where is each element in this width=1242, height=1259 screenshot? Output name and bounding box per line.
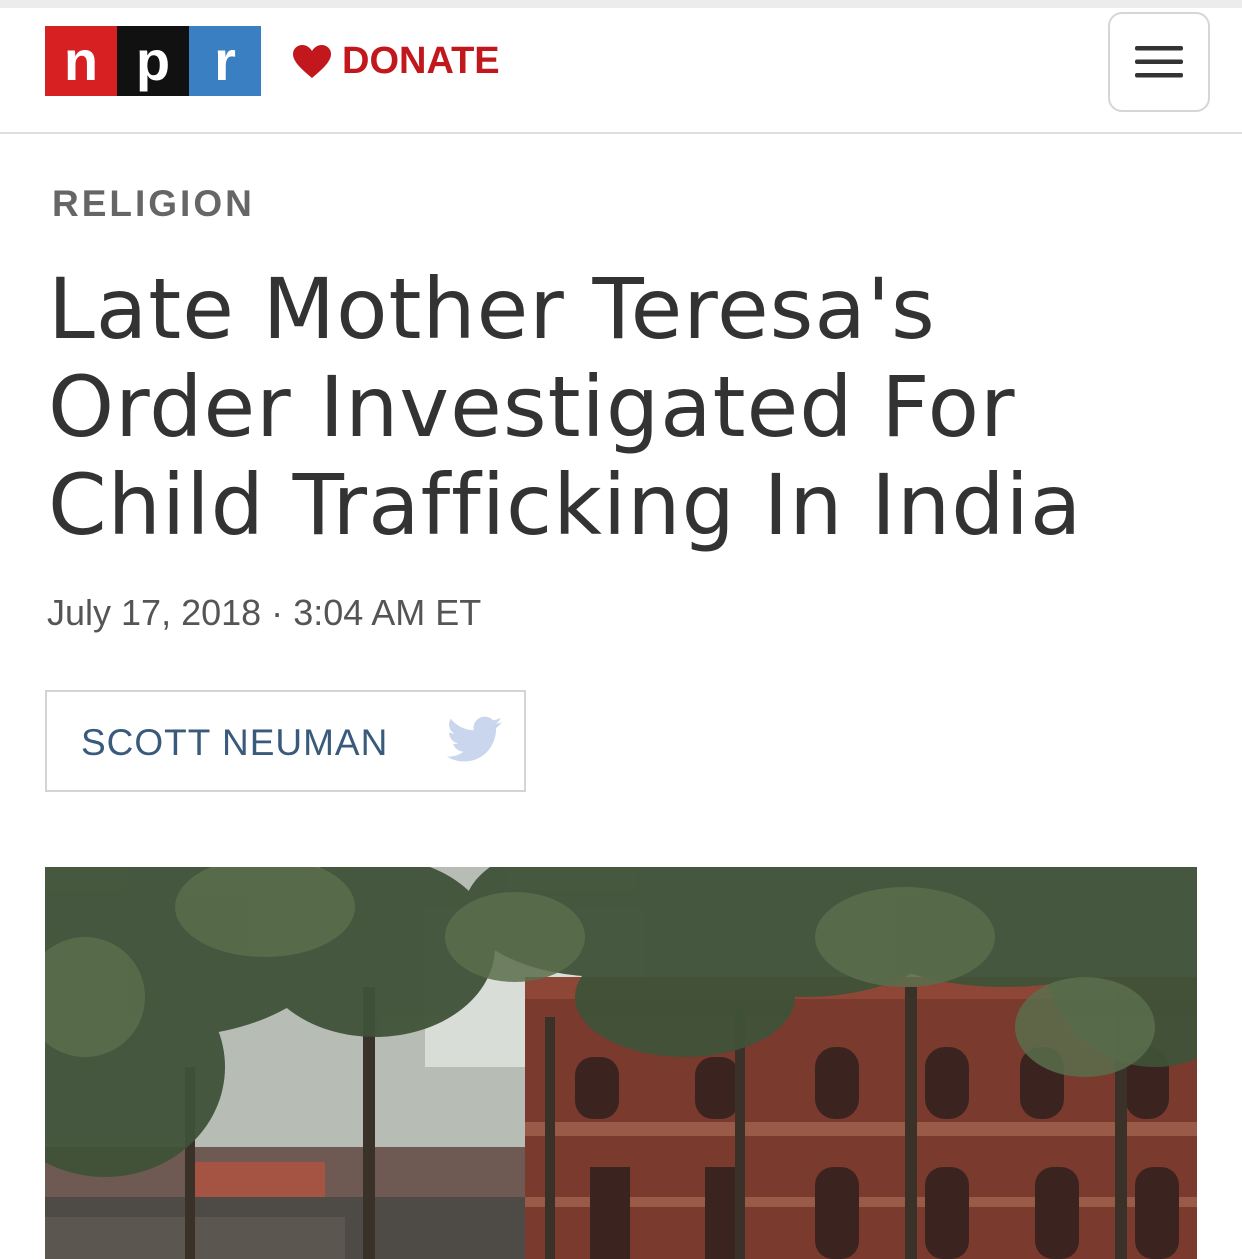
article-headline: Late Mother Teresa's Order Investigated …: [48, 260, 1083, 554]
logo-letter-n: n: [45, 26, 117, 96]
publish-date: July 17, 2018: [47, 592, 262, 633]
top-divider: [0, 0, 1242, 8]
logo-letter-r: r: [189, 26, 261, 96]
author-byline[interactable]: SCOTT NEUMAN: [45, 690, 526, 792]
site-header: n p r DONATE: [0, 8, 1242, 134]
logo-letter-p: p: [117, 26, 189, 96]
donate-label: DONATE: [342, 40, 500, 82]
donate-link[interactable]: DONATE: [292, 40, 500, 83]
author-name[interactable]: SCOTT NEUMAN: [81, 722, 388, 764]
dateline-separator: ·: [271, 592, 284, 633]
publish-time: 3:04 AM ET: [293, 592, 482, 633]
article-photo: [45, 867, 1197, 1259]
category-label[interactable]: RELIGION: [52, 183, 255, 225]
twitter-icon[interactable]: [447, 716, 503, 764]
heart-icon: [293, 44, 331, 78]
building-photo-illustration: [45, 867, 1197, 1259]
npr-logo[interactable]: n p r: [45, 26, 261, 96]
dateline: July 17, 2018 · 3:04 AM ET: [47, 592, 481, 634]
menu-button[interactable]: [1108, 12, 1210, 112]
hamburger-menu-icon: [1135, 46, 1183, 78]
